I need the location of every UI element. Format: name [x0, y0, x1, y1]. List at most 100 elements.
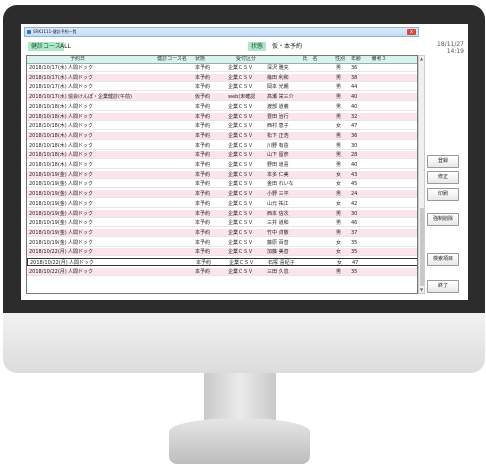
table-row[interactable]: 2018/10/18(木) 人間ドック 本予約 企業ＣＳＶ 山下 留彦男 28 — [27, 151, 417, 160]
cell-type: 企業ＣＳＶ — [228, 268, 254, 275]
cell-status: 本予約 — [196, 260, 212, 266]
cell-age: 37 — [351, 229, 358, 236]
cell-name: 山元 祐江 — [267, 200, 289, 207]
cell-type: 企業ＣＳＶ — [228, 74, 254, 81]
window-titlebar: SRK1111-健診予約一覧 x — [24, 27, 419, 37]
table-row[interactable]: 2018/10/19(金) 人間ドック 本予約 企業ＣＳＶ 西本 信次男 30 — [27, 209, 417, 218]
table-row[interactable]: 2018/10/19(金) 人間ドック 本予約 企業ＣＳＶ 小野 三平男 24 — [27, 190, 417, 199]
cell-name: 小野 三平 — [267, 191, 289, 198]
screen: SRK1111-健診予約一覧 x 18/11/27 14:19 健診コース AL… — [21, 24, 468, 300]
cell-age: 42 — [351, 200, 358, 207]
cell-name: 高瀬 栄三介 — [267, 94, 294, 101]
cell-age: 30 — [351, 210, 358, 217]
table-row[interactable]: 2018/10/22(月) 人間ドック 本予約 企業ＣＳＶ 加藤 美音女 35 — [27, 248, 417, 257]
table-row[interactable]: 2018/10/19(金) 人間ドック 本予約 企業ＣＳＶ 藤原 百音女 35 — [27, 239, 417, 247]
col-name[interactable]: 氏 名 — [295, 56, 325, 64]
vertical-scrollbar[interactable]: ▲ ▼ — [418, 55, 425, 294]
col-age[interactable]: 年齢 — [349, 56, 363, 64]
scroll-thumb[interactable] — [420, 208, 424, 286]
cell-course: 人間ドック — [68, 171, 94, 178]
cell-name: 三田 久息 — [267, 268, 289, 275]
status-filter-value[interactable]: 仮・本予約 — [272, 42, 302, 51]
table-row[interactable]: 2018/10/18(木) 人間ドック 本予約 企業ＣＳＶ 野田 道喜男 40 — [27, 161, 417, 169]
exit-button[interactable]: 終了 — [427, 280, 459, 293]
cell-age: 45 — [351, 181, 358, 188]
cell-name: 金田 れいな — [267, 181, 294, 188]
cell-sex: 女 — [336, 123, 342, 130]
table-row[interactable]: 2018/10/18(木) 人間ドック 本予約 企業ＣＳＶ 川野 有造男 30 — [27, 142, 417, 150]
cell-course: 人間ドック — [68, 239, 94, 246]
monitor-chin — [3, 313, 485, 373]
cell-age: 35 — [351, 268, 358, 275]
search-items-button[interactable]: 検索項目 — [427, 253, 459, 266]
table-row[interactable]: 2018/10/17(水) 協会けんぽ・企業健診(午前) 仮予約 web(未確認 高瀬 … — [27, 93, 417, 102]
table-row[interactable]: 2018/10/17(水) 人間ドック 本予約 企業ＣＳＶ 深沢 雅充男 36 — [27, 64, 417, 72]
datetime-display: 18/11/27 14:19 — [424, 42, 464, 55]
cell-course: 人間ドック — [68, 181, 94, 188]
cell-status: 本予約 — [195, 171, 211, 178]
table-row[interactable]: 2018/10/17(水) 人間ドック 本予約 企業ＣＳＶ 篠田 利和男 38 — [27, 73, 417, 82]
cell-status: 本予約 — [195, 191, 211, 198]
cell-course: 人間ドック — [68, 103, 94, 110]
cell-status: 本予約 — [195, 152, 211, 159]
cell-name: 三井 道和 — [267, 220, 289, 227]
table-row[interactable]: 2018/10/19(金) 人間ドック 本予約 企業ＣＳＶ 三井 道和男 46 — [27, 219, 417, 228]
cell-type: web(未確認 — [228, 94, 256, 101]
col-course[interactable]: 健診コース名 — [147, 56, 197, 64]
cell-age: 38 — [351, 74, 358, 81]
table-row[interactable]: 2018/10/19(金) 人間ドック 本予約 企業ＣＳＶ 本多 仁美女 43 — [27, 170, 417, 179]
table-row[interactable]: 2018/10/18(木) 人間ドック 本予約 企業ＣＳＶ 豊田 治行男 32 — [27, 112, 417, 121]
close-button[interactable]: x — [407, 29, 416, 35]
cell-name: 山下 留彦 — [267, 152, 289, 159]
cell-sex: 男 — [336, 103, 342, 110]
table-row[interactable]: 2018/10/22(月) 人間ドック 本予約 企業ＣＳＶ 三田 久息男 35 — [27, 267, 417, 276]
cell-name: 藤原 百音 — [267, 239, 289, 246]
status-filter-label: 状態 — [248, 42, 267, 51]
col-status[interactable]: 状態 — [195, 56, 219, 64]
col-sex[interactable]: 性別 — [333, 56, 347, 64]
cell-course: 人間ドック — [68, 210, 94, 217]
cell-status: 本予約 — [195, 132, 211, 139]
cell-sex: 男 — [336, 65, 342, 71]
table-row[interactable]: 2018/10/19(金) 人間ドック 本予約 企業ＣＳＶ 金田 れいな女 45 — [27, 180, 417, 189]
table-row[interactable]: 2018/10/18(木) 人間ドック 本予約 企業ＣＳＶ 渡部 道義男 40 — [27, 103, 417, 111]
col-note[interactable]: 備考３ — [367, 56, 391, 64]
cell-course: 人間ドック — [68, 132, 94, 139]
cell-status: 本予約 — [195, 229, 211, 236]
window-title: SRK1111-健診予約一覧 — [33, 29, 77, 34]
register-button[interactable]: 登録 — [427, 155, 459, 168]
col-type[interactable]: 受付区分 — [228, 56, 264, 64]
monitor-stand-base — [169, 418, 310, 464]
cell-age: 43 — [351, 171, 358, 178]
table-row[interactable]: 2018/10/22(月) 人間ドック 本予約 企業ＣＳＶ 石塚 喜紀子女 47 — [27, 258, 417, 266]
cell-type: 企業ＣＳＶ — [228, 113, 254, 120]
cell-sex: 男 — [336, 113, 342, 120]
cell-age: 35 — [351, 249, 358, 256]
cell-age: 30 — [351, 142, 358, 149]
cell-type: 企業ＣＳＶ — [228, 249, 254, 256]
cell-status: 本予約 — [195, 239, 211, 246]
cell-name: 石塚 喜紀子 — [268, 260, 295, 266]
cell-status: 本予約 — [195, 210, 211, 217]
print-button[interactable]: 印刷 — [427, 188, 459, 201]
filter-bar: 健診コース ALL 状態 仮・本予約 — [26, 42, 421, 52]
table-row[interactable]: 2018/10/18(木) 人間ドック 本予約 企業ＣＳＶ 松下 正浩男 36 — [27, 131, 417, 140]
cell-age: 47 — [351, 123, 358, 130]
cell-age: 44 — [351, 84, 358, 91]
table-row[interactable]: 2018/10/17(水) 人間ドック 本予約 企業ＣＳＶ 岡本 光親男 44 — [27, 83, 417, 92]
col-date[interactable]: 予約日 — [29, 56, 126, 64]
modify-button[interactable]: 修正 — [427, 171, 459, 184]
table-row[interactable]: 2018/10/18(木) 人間ドック 本予約 企業ＣＳＶ 西村 恵子女 47 — [27, 122, 417, 131]
scroll-down-icon[interactable]: ▼ — [419, 287, 424, 293]
course-filter-value[interactable]: ALL — [60, 42, 71, 51]
cell-name: 西村 恵子 — [267, 123, 289, 130]
cell-course: 人間ドック — [68, 268, 94, 275]
cell-name: 竹中 貞敬 — [267, 229, 289, 236]
time-text: 14:19 — [446, 48, 464, 55]
force-delete-button[interactable]: 強制削除 — [427, 213, 459, 226]
table-row[interactable]: 2018/10/19(金) 人間ドック 本予約 企業ＣＳＶ 山元 祐江女 42 — [27, 200, 417, 208]
cell-age: 47 — [352, 260, 359, 266]
scroll-up-icon[interactable]: ▲ — [419, 56, 424, 62]
table-row[interactable]: 2018/10/19(金) 人間ドック 本予約 企業ＣＳＶ 竹中 貞敬男 37 — [27, 228, 417, 237]
cell-name: 野田 道喜 — [267, 162, 289, 168]
